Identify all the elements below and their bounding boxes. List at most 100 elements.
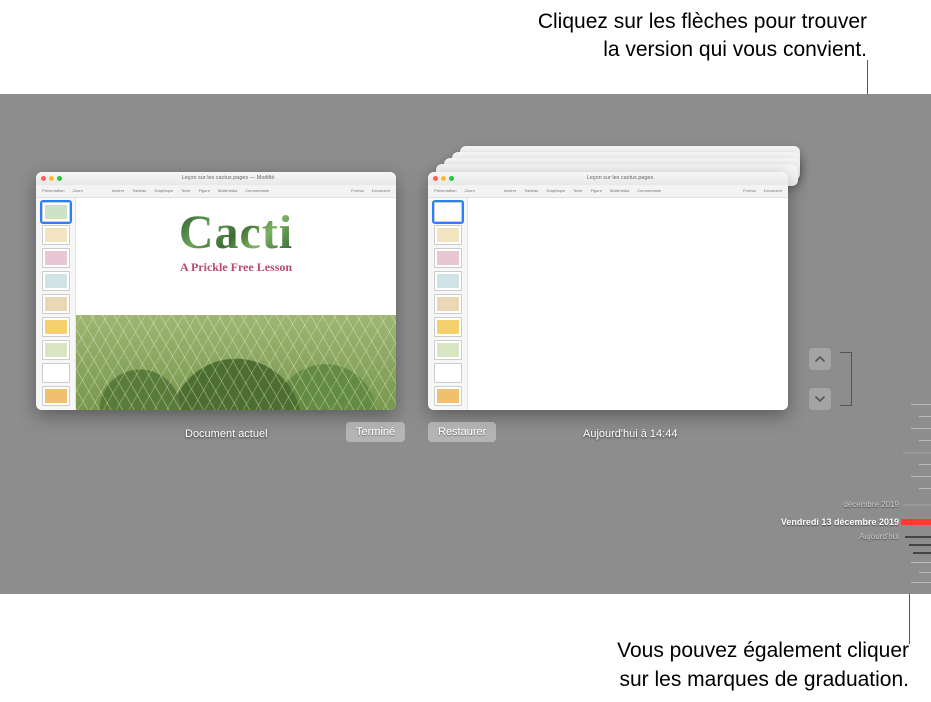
instruction-top: Cliquez sur les flèches pour trouver la … [538,8,867,65]
instruction-bottom: Vous pouvez également cliquer sur les ma… [617,637,909,694]
instruction-bottom-line1: Vous pouvez également cliquer [617,639,909,662]
toolbar-item[interactable]: Graphique [154,188,173,193]
toolbar-item[interactable]: Texte [181,188,191,193]
page-thumbnail[interactable] [434,294,462,314]
done-button[interactable]: Terminé [346,422,405,442]
done-button-label: Terminé [356,426,395,438]
toolbar-item[interactable]: Zoom [464,188,474,193]
version-timestamp-label: Aujourd'hui à 14:44 [583,428,677,440]
timeline-tick[interactable] [909,544,931,546]
current-document-window[interactable]: Leçon sur les cactus.pages — Modifié Pré… [36,172,396,410]
page-thumbnail[interactable] [42,386,70,406]
timeline-tick[interactable] [919,572,931,573]
timeline-tick[interactable] [913,552,931,554]
toolbar-item[interactable]: Insérer [504,188,516,193]
timeline-tick[interactable] [919,440,931,441]
close-icon[interactable] [41,176,46,181]
toolbar-item[interactable]: Commentaire [245,188,269,193]
timeline-tick[interactable] [905,536,931,538]
timeline-tick[interactable] [911,428,931,429]
page-thumbnail[interactable] [434,202,462,222]
instruction-top-line1: Cliquez sur les flèches pour trouver [538,10,867,33]
toolbar-item[interactable]: Insérer [112,188,124,193]
page-thumbnail[interactable] [42,363,70,383]
instruction-bottom-line2: sur les marques de graduation. [620,668,910,691]
version-timeline[interactable]: décembre 2019 Vendredi 13 décembre 2019 … [891,404,931,594]
toolbar-item[interactable]: Multimédia [610,188,629,193]
slide-subtitle: A Prickle Free Lesson [180,260,292,275]
toolbar-item[interactable]: Graphique [546,188,565,193]
toolbar-item[interactable]: Commentaire [637,188,661,193]
version-prev-button[interactable] [809,348,831,370]
thumbnail-strip[interactable] [428,198,468,410]
timeline-month-label: décembre 2019 [843,500,899,509]
version-next-button[interactable] [809,388,831,410]
timeline-tick[interactable] [911,404,931,405]
timeline-tick[interactable] [919,416,931,417]
toolbar-item[interactable]: Présentation [434,188,456,193]
slide-title: Cacti [179,210,293,256]
toolbar: Présentation Zoom Insérer Tableau Graphi… [428,185,788,198]
zoom-icon[interactable] [57,176,62,181]
page-thumbnail[interactable] [42,202,70,222]
toolbar-item[interactable]: Format [351,188,364,193]
timeline-tick[interactable] [903,452,931,454]
page-thumbnail[interactable] [42,317,70,337]
page-thumbnail[interactable] [42,271,70,291]
cactus-image [76,315,396,410]
document-body [428,198,788,410]
toolbar-item[interactable]: Tableau [132,188,146,193]
zoom-icon[interactable] [449,176,454,181]
timeline-tick[interactable] [903,504,931,506]
page-thumbnail[interactable] [42,248,70,268]
minimize-icon[interactable] [49,176,54,181]
page-thumbnail[interactable] [434,248,462,268]
chevron-down-icon [815,394,825,404]
toolbar-item[interactable]: Multimédia [218,188,237,193]
current-document-label: Document actuel [185,428,268,440]
timeline-tick[interactable] [911,562,931,563]
toolbar-item[interactable]: Figure [199,188,210,193]
page-thumbnail[interactable] [434,317,462,337]
timeline-tick[interactable] [911,582,931,583]
toolbar-item[interactable]: Texte [573,188,583,193]
page-thumbnail[interactable] [434,225,462,245]
window-title: Leçon sur les cactus.pages — Modifié [65,175,391,181]
page-thumbnail[interactable] [434,386,462,406]
restore-button[interactable]: Restaurer [428,422,496,442]
versions-stage: Leçon sur les cactus.pages — Modifié Pré… [0,94,931,594]
toolbar-item[interactable]: Tableau [524,188,538,193]
timeline-tick-selected[interactable] [901,519,931,525]
thumbnail-strip[interactable] [36,198,76,410]
timeline-today-label: Aujourd'hui [859,532,899,541]
toolbar-item[interactable]: Document [764,188,782,193]
page-thumbnail[interactable] [434,340,462,360]
toolbar-item[interactable]: Présentation [42,188,64,193]
page-thumbnail[interactable] [42,340,70,360]
slide-content: Cacti A Prickle Free Lesson [76,198,396,410]
toolbar: Présentation Zoom Insérer Tableau Graphi… [36,185,396,198]
document-body: Cacti A Prickle Free Lesson [36,198,396,410]
close-icon[interactable] [433,176,438,181]
toolbar-item[interactable]: Zoom [72,188,82,193]
page-thumbnail[interactable] [434,271,462,291]
page-thumbnail[interactable] [42,225,70,245]
page-canvas-blank[interactable] [468,198,788,410]
timeline-tick[interactable] [919,488,931,489]
window-title: Leçon sur les cactus.pages [457,175,783,181]
toolbar-item[interactable]: Document [372,188,390,193]
page-thumbnail[interactable] [42,294,70,314]
minimize-icon[interactable] [441,176,446,181]
window-titlebar: Leçon sur les cactus.pages [428,172,788,185]
page-canvas[interactable]: Cacti A Prickle Free Lesson [76,198,396,410]
page-thumbnail[interactable] [434,363,462,383]
toolbar-item[interactable]: Figure [591,188,602,193]
chevron-up-icon [815,354,825,364]
timeline-tick[interactable] [911,476,931,477]
version-document-window[interactable]: Leçon sur les cactus.pages Présentation … [428,172,788,410]
instruction-top-line2: la version qui vous convient. [603,38,867,61]
toolbar-item[interactable]: Format [743,188,756,193]
timeline-tick[interactable] [919,464,931,465]
timeline-selected-label: Vendredi 13 décembre 2019 [781,517,899,527]
nav-bracket [840,352,852,406]
